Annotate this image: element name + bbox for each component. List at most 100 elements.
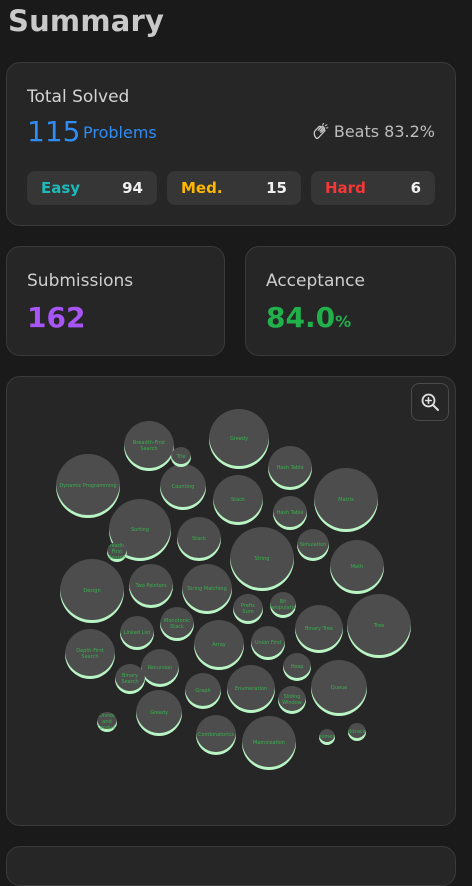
topic-bubble-label: Design: [83, 588, 101, 594]
topic-bubble-label: Tree: [373, 623, 385, 629]
topic-bubble-label: Greedy: [149, 710, 169, 716]
topic-bubble[interactable]: Geometry: [319, 729, 335, 745]
topic-bubble[interactable]: Trie: [171, 447, 191, 467]
topic-bubble-label: Geometry: [319, 734, 335, 740]
topic-bubble[interactable]: String Matching: [182, 564, 232, 614]
topic-bubble[interactable]: Recursion: [141, 649, 179, 687]
beats-text: Beats 83.2%: [333, 122, 435, 141]
topic-bubble-label: Linked List: [123, 630, 151, 636]
difficulty-hard-count: 6: [410, 179, 421, 197]
topic-bubble-label: Sorting: [131, 527, 149, 533]
topic-bubble[interactable]: Monotonic Stack: [160, 607, 194, 641]
total-solved-label: Total Solved: [27, 87, 130, 107]
page-title: Summary: [8, 4, 165, 38]
topic-bubble[interactable]: Array: [194, 620, 244, 670]
topic-bubble[interactable]: Prefix Sum: [233, 594, 263, 624]
acceptance-card: Acceptance 84.0%: [245, 246, 456, 356]
topic-bubble-label: Divide and Conquer: [97, 713, 117, 731]
topic-bubble-label: Matrix: [338, 497, 354, 503]
zoom-in-icon: [421, 393, 439, 411]
topic-bubble-label: Monotonic Stack: [164, 618, 190, 630]
submissions-value: 162: [27, 301, 86, 334]
difficulty-easy-label: Easy: [41, 179, 81, 197]
topic-bubble-label: Union Find: [254, 640, 282, 646]
topic-bubble[interactable]: Counting: [160, 464, 206, 510]
topic-bubble[interactable]: Graph: [185, 673, 221, 709]
topic-bubble-label: Two Pointers: [135, 583, 167, 589]
topic-bubble-label: Graph: [195, 688, 211, 694]
topic-bubble[interactable]: Combinatorics: [196, 715, 236, 755]
topic-bubble-label: Depth-First Search: [76, 648, 104, 660]
acceptance-label: Acceptance: [266, 271, 365, 291]
submissions-label: Submissions: [27, 271, 134, 291]
topic-bubble[interactable]: Depth-First Search: [65, 629, 115, 679]
difficulty-medium-label: Med.: [181, 179, 223, 197]
total-solved-unit: Problems: [83, 123, 157, 142]
submissions-card: Submissions 162: [6, 246, 225, 356]
topic-bubble[interactable]: Enumeration: [227, 665, 275, 713]
topic-bubble-label: Stack: [192, 536, 206, 542]
topic-bubble[interactable]: Tree: [347, 594, 411, 658]
topic-bubble[interactable]: Union Find: [251, 626, 285, 660]
topic-bubble-label: Memoization: [253, 740, 285, 746]
topic-bubble[interactable]: Backtracking: [348, 723, 366, 741]
clap-icon: [313, 122, 329, 139]
topic-bubble-label: String: [254, 556, 270, 562]
topic-bubble[interactable]: Greedy: [136, 690, 182, 736]
total-solved-card: Total Solved 115 Problems Beats 83.2% Ea…: [6, 62, 456, 226]
topic-bubble[interactable]: Linked List: [120, 616, 154, 650]
topic-bubble-label: Binary Tree: [304, 626, 334, 632]
topic-bubble[interactable]: Greedy: [209, 409, 269, 469]
topic-bubble-label: Recursion: [147, 665, 173, 671]
topic-bubble-label: Simulation: [299, 542, 327, 548]
acceptance-unit: %: [335, 312, 352, 331]
topic-bubble[interactable]: Two Pointers: [129, 564, 173, 608]
topic-bubble[interactable]: Heap: [283, 653, 311, 681]
topic-bubble-label: Math: [350, 564, 364, 570]
topic-bubble[interactable]: Memoization: [242, 716, 296, 770]
topic-bubble-label: Dynamic Programming: [59, 483, 117, 489]
topic-bubble-label: Array: [212, 642, 226, 648]
topic-bubble-label: String Matching: [187, 586, 227, 592]
topic-bubble-label: Trie: [176, 454, 186, 460]
topic-bubble-label: Counting: [171, 484, 195, 490]
topic-bubble[interactable]: Design: [60, 559, 124, 623]
difficulty-easy[interactable]: Easy 94: [27, 171, 157, 205]
topic-bubble-label: Backtracking: [348, 729, 366, 735]
topic-bubble-label: Breadth-First Search: [107, 543, 127, 561]
topic-bubble[interactable]: Hash Table: [268, 446, 312, 490]
topic-bubble[interactable]: Stack: [213, 475, 263, 525]
topic-bubble[interactable]: Queue: [311, 660, 367, 716]
topic-bubble[interactable]: Divide and Conquer: [97, 712, 117, 732]
topic-bubble[interactable]: String: [230, 527, 294, 591]
topic-bubble[interactable]: Breadth-First Search: [124, 421, 174, 471]
topic-bubble-label: Prefix Sum: [240, 603, 256, 615]
zoom-in-button[interactable]: [411, 383, 449, 421]
topic-bubble-label: Hash Table: [276, 510, 304, 516]
topic-bubble[interactable]: Binary Tree: [295, 605, 343, 653]
next-card: [6, 846, 456, 886]
topic-bubble-label: Heap: [290, 664, 304, 670]
beats-stat: Beats 83.2%: [311, 122, 435, 141]
topic-bubble[interactable]: Stack: [177, 517, 221, 561]
topic-bubble[interactable]: Matrix: [314, 468, 378, 532]
topic-bubble[interactable]: Breadth-First Search: [107, 542, 127, 562]
topic-bubble-label: Enumeration: [234, 686, 268, 692]
topic-bubble-chart: Breadth-First Search Greedy Dynamic Progra…: [7, 377, 455, 825]
acceptance-value: 84.0%: [266, 301, 351, 334]
topic-bubble-label: Binary Search: [121, 673, 139, 685]
topic-bubble[interactable]: Binary Search: [115, 664, 145, 694]
difficulty-hard[interactable]: Hard 6: [311, 171, 435, 205]
topic-bubble[interactable]: Math: [330, 540, 384, 594]
total-solved-count: 115: [27, 115, 81, 148]
topic-bubble[interactable]: Bit Manipulation: [270, 592, 296, 618]
topic-bubble-label: Breadth-First Search: [132, 440, 166, 452]
difficulty-hard-label: Hard: [325, 179, 366, 197]
topic-bubble[interactable]: Hash Table: [273, 496, 307, 530]
difficulty-medium[interactable]: Med. 15: [167, 171, 301, 205]
topic-bubble[interactable]: Simulation: [297, 529, 329, 561]
acceptance-number: 84.0: [266, 301, 336, 334]
topic-bubble[interactable]: Dynamic Programming: [56, 454, 120, 518]
topic-bubble-label: Queue: [330, 685, 348, 691]
topic-bubble[interactable]: Sliding Window: [278, 686, 306, 714]
